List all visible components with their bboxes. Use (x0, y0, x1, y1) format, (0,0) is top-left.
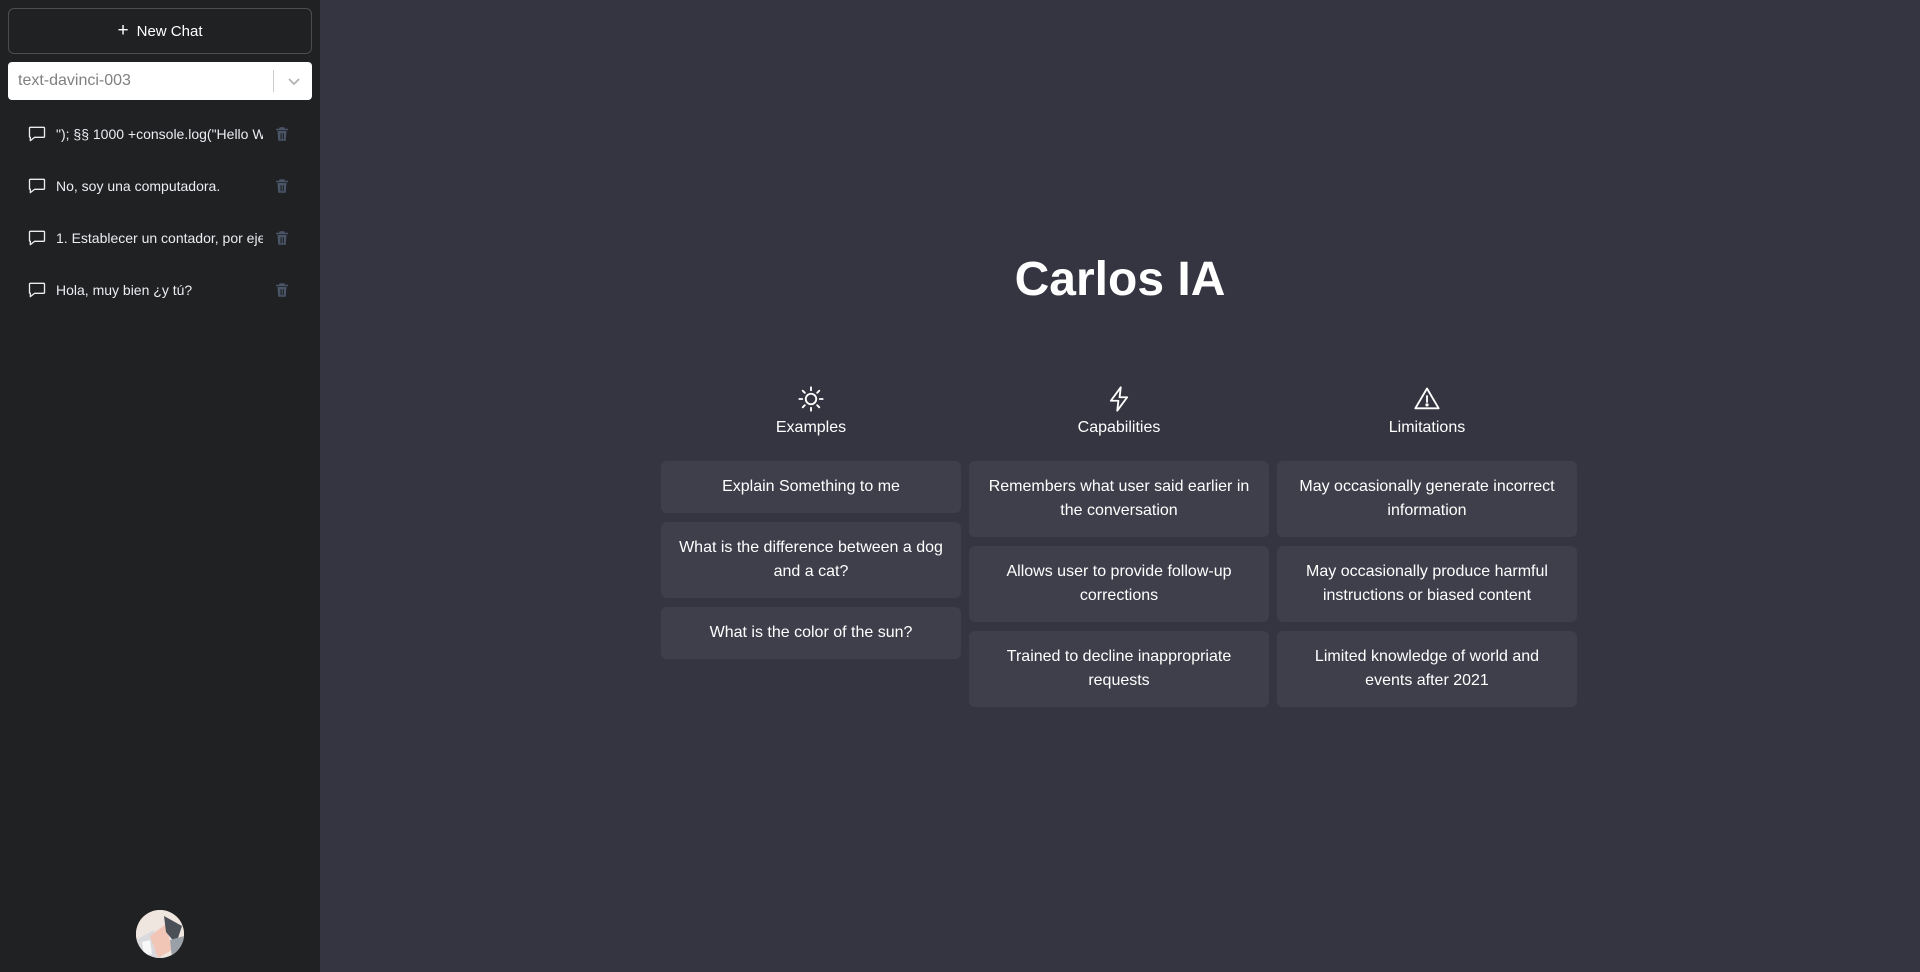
limitation-card: May occasionally generate incorrect info… (1277, 461, 1577, 537)
lightning-icon (1109, 386, 1129, 412)
column-title: Capabilities (1077, 419, 1161, 436)
chevron-down-icon[interactable] (282, 69, 306, 93)
limitation-card: May occasionally produce harmful instruc… (1277, 546, 1577, 622)
capability-card: Remembers what user said earlier in the … (969, 461, 1269, 537)
trash-icon[interactable] (273, 125, 291, 143)
conversation-item[interactable]: Hola, muy bien ¿y tú? (8, 264, 312, 316)
model-select-separator (273, 70, 274, 92)
conversation-label: No, soy una computadora. (56, 178, 221, 194)
example-card[interactable]: What is the difference between a dog and… (661, 522, 961, 598)
conversation-label: Hola, muy bien ¿y tú? (56, 282, 193, 298)
limitation-card: Limited knowledge of world and events af… (1277, 631, 1577, 707)
new-chat-label: New Chat (136, 22, 203, 40)
conversation-item[interactable]: "); §§ 1000 +console.log("Hello World (8, 108, 312, 160)
trash-icon[interactable] (273, 281, 291, 299)
conversation-item[interactable]: No, soy una computadora. (8, 160, 312, 212)
chat-bubble-icon (27, 124, 47, 144)
avatar[interactable] (136, 910, 184, 958)
example-card[interactable]: What is the color of the sun? (661, 607, 961, 659)
capability-card: Allows user to provide follow-up correct… (969, 546, 1269, 622)
new-chat-button[interactable]: + New Chat (8, 8, 312, 54)
trash-icon[interactable] (273, 229, 291, 247)
example-card[interactable]: Explain Something to me (661, 461, 961, 513)
feature-columns: Examples Explain Something to me What is… (661, 385, 1577, 716)
examples-column: Examples Explain Something to me What is… (661, 385, 961, 716)
warning-icon (1414, 387, 1440, 410)
limitations-column: Limitations May occasionally generate in… (1277, 385, 1577, 716)
conversation-label: 1. Establecer un contador, por ejemplo (56, 230, 263, 246)
conversation-list: "); §§ 1000 +console.log("Hello World No… (8, 108, 312, 316)
sidebar: + New Chat text-davinci-003 "); §§ 1000 … (0, 0, 320, 972)
sun-icon (798, 386, 824, 412)
chat-bubble-icon (27, 228, 47, 248)
chat-bubble-icon (27, 176, 47, 196)
column-header: Limitations (1389, 385, 1465, 461)
column-header: Capabilities (1077, 385, 1161, 461)
app-root: + New Chat text-davinci-003 "); §§ 1000 … (0, 0, 1920, 972)
column-header: Examples (776, 385, 846, 461)
column-title: Examples (775, 419, 847, 436)
plus-icon: + (117, 19, 129, 41)
chat-bubble-icon (27, 280, 47, 300)
page-title: Carlos IA (1014, 253, 1226, 306)
column-title: Limitations (1388, 419, 1466, 436)
model-select[interactable]: text-davinci-003 (8, 62, 312, 100)
conversation-label: "); §§ 1000 +console.log("Hello World (56, 126, 263, 142)
capabilities-column: Capabilities Remembers what user said ea… (969, 385, 1269, 716)
trash-icon[interactable] (273, 177, 291, 195)
main-panel: Carlos IA Examples Explain Something to … (320, 0, 1920, 972)
conversation-item[interactable]: 1. Establecer un contador, por ejemplo (8, 212, 312, 264)
capability-card: Trained to decline inappropriate request… (969, 631, 1269, 707)
model-select-value: text-davinci-003 (18, 72, 131, 89)
